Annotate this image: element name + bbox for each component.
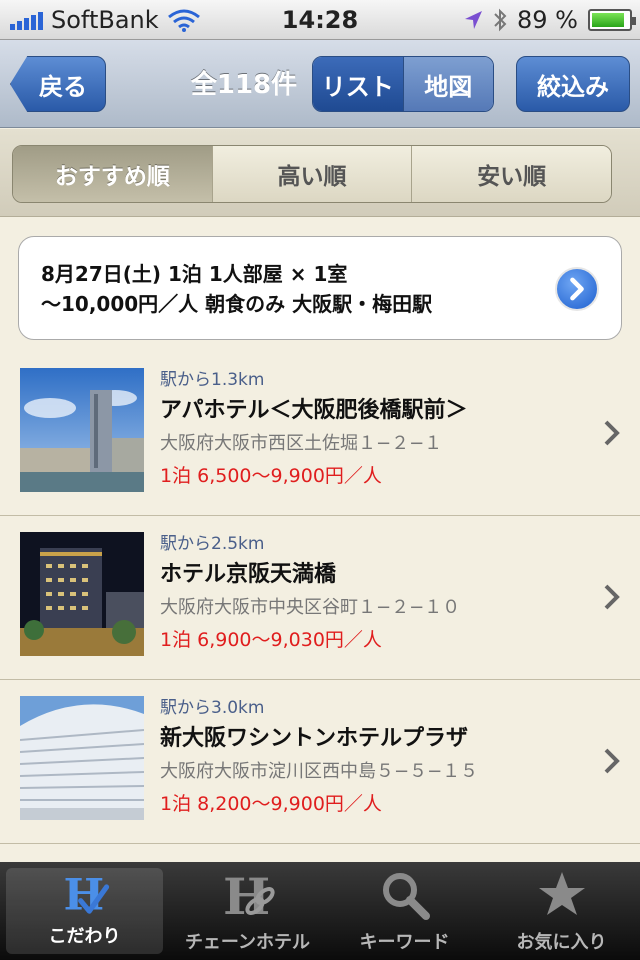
svg-text:H: H: [63, 870, 104, 918]
map-view-button[interactable]: 地図: [402, 57, 493, 111]
list-item[interactable]: 駅から1.3km アパホテル＜大阪肥後橋駅前＞ 大阪府大阪市西区土佐堀１−２−１…: [0, 352, 640, 516]
hotel-address: 大阪府大阪市西区土佐堀１−２−１: [160, 433, 443, 454]
sort-recommended[interactable]: おすすめ順: [13, 146, 212, 202]
hotel-info: 駅から2.5km ホテル京阪天満橋 大阪府大阪市中央区谷町１−２−１０ 1泊 6…: [160, 530, 460, 656]
battery-icon: [588, 9, 636, 31]
tab-bar: H こだわり H チェーンホテル キーワード お気に入り: [0, 862, 640, 960]
battery-percent: 89 %: [517, 6, 578, 34]
sort-segmented-control: おすすめ順 高い順 安い順: [12, 145, 612, 203]
hotel-address: 大阪府大阪市中央区谷町１−２−１０: [160, 597, 461, 618]
status-bar: SoftBank 14:28 89 %: [0, 0, 640, 40]
hotel-check-icon: H: [63, 870, 109, 918]
hotel-photo: [20, 696, 144, 820]
hotel-address: 大阪府大阪市淀川区西中島５−５−１５: [160, 761, 479, 782]
tab-label: キーワード: [359, 932, 450, 953]
filter-button[interactable]: 絞込み: [516, 56, 630, 112]
hotel-name: ホテル京阪天満橋: [160, 562, 337, 587]
tab-label: お気に入り: [516, 932, 607, 953]
hotel-price: 1泊 6,500〜9,900円／人: [160, 465, 382, 487]
hotel-info: 駅から1.3km アパホテル＜大阪肥後橋駅前＞ 大阪府大阪市西区土佐堀１−２−１…: [160, 366, 468, 492]
sort-price-high[interactable]: 高い順: [211, 146, 412, 202]
hotel-list: 駅から1.3km アパホテル＜大阪肥後橋駅前＞ 大阪府大阪市西区土佐堀１−２−１…: [0, 352, 640, 844]
chevron-right-icon: [604, 748, 620, 774]
tab-keyword[interactable]: キーワード: [326, 862, 483, 960]
result-count: 全118件: [190, 70, 298, 100]
search-condition-card[interactable]: 8月27日(土) 1泊 1人部屋 × 1室 〜10,000円／人 朝食のみ 大阪…: [18, 236, 622, 340]
condition-line-1: 8月27日(土) 1泊 1人部屋 × 1室: [41, 262, 348, 286]
tab-favorites[interactable]: お気に入り: [483, 862, 640, 960]
hotel-photo: [20, 532, 144, 656]
hotel-distance: 駅から2.5km: [160, 534, 265, 554]
list-item[interactable]: 駅から3.0km 新大阪ワシントンホテルプラザ 大阪府大阪市淀川区西中島５−５−…: [0, 680, 640, 844]
status-right: 89 %: [463, 6, 636, 34]
list-item[interactable]: 駅から2.5km ホテル京阪天満橋 大阪府大阪市中央区谷町１−２−１０ 1泊 6…: [0, 516, 640, 680]
tab-kodawari[interactable]: H こだわり: [6, 868, 163, 954]
nav-bar: 戻る 全118件 リスト 地図 絞込み: [0, 40, 640, 128]
chevron-right-icon: [604, 420, 620, 446]
tab-chain-hotel[interactable]: H チェーンホテル: [169, 862, 326, 960]
hotel-chain-icon: H: [223, 867, 275, 924]
back-button[interactable]: 戻る: [10, 56, 106, 112]
hotel-name: アパホテル＜大阪肥後橋駅前＞: [160, 398, 468, 423]
view-toggle: リスト 地図: [312, 56, 494, 112]
list-view-button[interactable]: リスト: [313, 57, 403, 111]
battery-fill: [592, 13, 625, 27]
arrow-right-circle-icon[interactable]: [555, 267, 599, 311]
tab-label: チェーンホテル: [184, 932, 311, 953]
bluetooth-icon: [494, 8, 507, 32]
hotel-price: 1泊 8,200〜9,900円／人: [160, 793, 382, 815]
hotel-info: 駅から3.0km 新大阪ワシントンホテルプラザ 大阪府大阪市淀川区西中島５−５−…: [160, 694, 478, 820]
tab-label: こだわり: [48, 926, 121, 947]
sort-price-low[interactable]: 安い順: [411, 146, 611, 202]
star-icon: [538, 872, 585, 915]
condition-line-2: 〜10,000円／人 朝食のみ 大阪駅・梅田駅: [41, 292, 433, 316]
hotel-price: 1泊 6,900〜9,030円／人: [160, 629, 382, 651]
sort-bar: おすすめ順 高い順 安い順: [0, 129, 640, 217]
search-icon: [382, 873, 430, 920]
hotel-distance: 駅から1.3km: [160, 370, 265, 390]
hotel-distance: 駅から3.0km: [160, 698, 265, 718]
hotel-photo: [20, 368, 144, 492]
chevron-right-icon: [604, 584, 620, 610]
hotel-name: 新大阪ワシントンホテルプラザ: [160, 726, 469, 751]
location-icon: [465, 11, 483, 29]
svg-text:H: H: [223, 867, 270, 924]
